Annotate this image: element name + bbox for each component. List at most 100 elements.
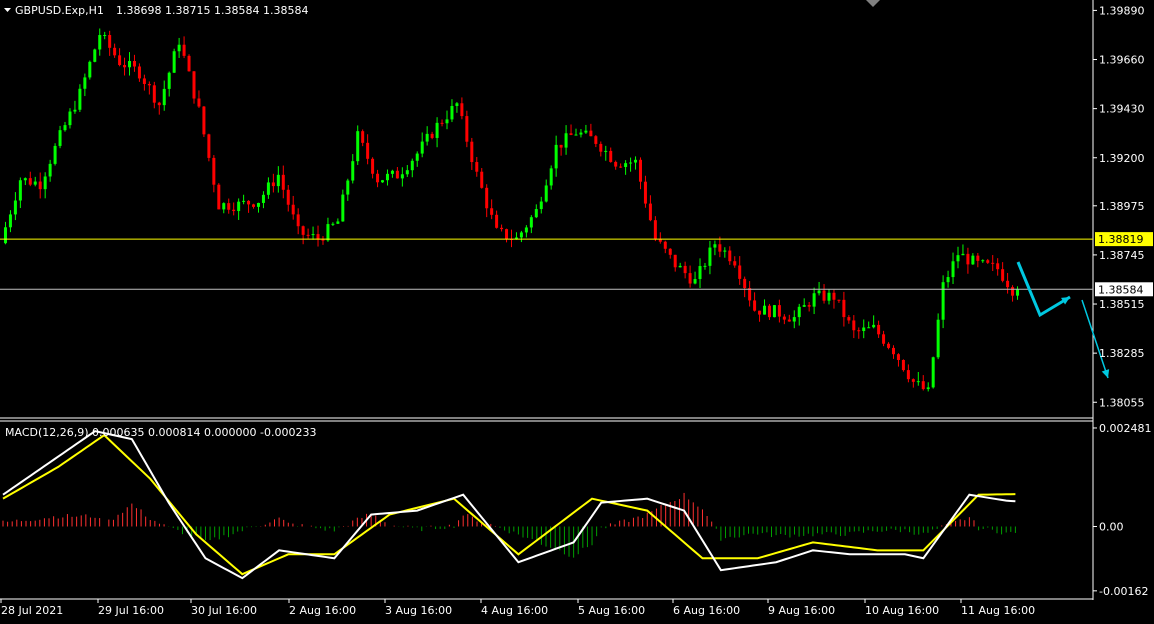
candle-body bbox=[574, 134, 578, 136]
candle-body bbox=[281, 174, 285, 190]
symbol-label[interactable]: GBPUSD.Exp,H1 bbox=[15, 4, 104, 17]
candle-body bbox=[28, 178, 32, 185]
candle-body bbox=[38, 181, 42, 190]
candle-body bbox=[738, 265, 742, 279]
price-axis: 1.39890 1.39660 1.39430 1.39200 1.38975 1.387… bbox=[1093, 4, 1145, 409]
ohlc-label: 1.38698 1.38715 1.38584 1.38584 bbox=[116, 4, 308, 17]
time-tick-label: 10 Aug 16:00 bbox=[865, 604, 939, 617]
candle-body bbox=[1006, 280, 1010, 288]
candle-body bbox=[118, 55, 122, 66]
candle-body bbox=[450, 105, 454, 120]
candle-body bbox=[792, 317, 796, 322]
candle-body bbox=[916, 381, 920, 383]
candle-body bbox=[321, 239, 325, 241]
candle-body bbox=[946, 277, 950, 283]
candle-body bbox=[867, 327, 871, 329]
candle-body bbox=[157, 102, 161, 106]
candle-body bbox=[971, 255, 975, 265]
candle-body bbox=[8, 214, 12, 228]
candle-body bbox=[415, 153, 419, 161]
candle-body bbox=[767, 305, 771, 318]
candle-body bbox=[609, 150, 613, 162]
candle-body bbox=[663, 241, 667, 249]
candle-body bbox=[495, 214, 499, 228]
candle-body bbox=[440, 122, 444, 124]
candle-body bbox=[366, 142, 370, 159]
candle-body bbox=[128, 60, 132, 68]
candle-body bbox=[311, 234, 315, 236]
candle-body bbox=[787, 319, 791, 322]
chart-svg[interactable]: 1.388191.38584 1.398901.396601.394301.39… bbox=[0, 0, 1154, 620]
candle-body bbox=[643, 181, 647, 204]
candle-body bbox=[906, 370, 910, 380]
time-tick-label: 30 Jul 16:00 bbox=[191, 604, 257, 617]
candle-body bbox=[405, 170, 409, 175]
candle-body bbox=[614, 161, 618, 167]
candle-body bbox=[519, 232, 523, 238]
candle-body bbox=[549, 168, 553, 186]
candle-body bbox=[921, 381, 925, 390]
candle-body bbox=[842, 299, 846, 318]
candle-body bbox=[475, 162, 479, 172]
candle-body bbox=[232, 209, 236, 212]
candle-body bbox=[529, 217, 533, 228]
candle-body bbox=[271, 182, 275, 187]
candle-body bbox=[162, 88, 166, 106]
candle-body bbox=[688, 273, 692, 284]
candle-body bbox=[882, 334, 886, 344]
candle-body bbox=[455, 103, 459, 106]
candle-body bbox=[668, 248, 672, 255]
macd-tick-label: -0.00162 bbox=[1099, 585, 1148, 598]
candle-body bbox=[693, 279, 697, 284]
candle-body bbox=[624, 163, 628, 167]
candle-body bbox=[192, 71, 196, 99]
candle-body bbox=[78, 88, 82, 110]
candle-body bbox=[931, 357, 935, 388]
candle-body bbox=[569, 133, 573, 135]
candle-body bbox=[748, 288, 752, 301]
candle-body bbox=[445, 119, 449, 124]
candle-body bbox=[252, 204, 256, 207]
candle-body bbox=[713, 244, 717, 248]
candle-body bbox=[877, 324, 881, 335]
candle-body bbox=[817, 290, 821, 294]
candle-body bbox=[1001, 269, 1005, 281]
candle-body bbox=[743, 278, 747, 289]
candle-body bbox=[941, 282, 945, 320]
candle-body bbox=[966, 253, 970, 265]
candle-body bbox=[763, 305, 767, 315]
candle-body bbox=[837, 299, 841, 301]
candle-body bbox=[544, 185, 548, 202]
time-tick-label: 9 Aug 16:00 bbox=[768, 604, 835, 617]
candle-body bbox=[137, 66, 141, 79]
candle-body bbox=[827, 292, 831, 301]
candle-body bbox=[58, 130, 62, 146]
current-price-label: 1.38584 bbox=[1098, 283, 1144, 296]
candle-body bbox=[753, 300, 757, 311]
price-tick-label: 1.38975 bbox=[1099, 200, 1145, 213]
candle-body bbox=[619, 166, 623, 168]
candle-body bbox=[797, 306, 801, 318]
candle-body bbox=[490, 208, 494, 215]
candle-body bbox=[53, 145, 57, 164]
candle-body bbox=[132, 60, 136, 67]
candle-body bbox=[698, 266, 702, 280]
price-tick-label: 1.38285 bbox=[1099, 347, 1145, 360]
candle-body bbox=[83, 77, 87, 89]
time-tick-label: 5 Aug 16:00 bbox=[578, 604, 645, 617]
candle-body bbox=[68, 111, 72, 126]
price-tick-label: 1.39660 bbox=[1099, 54, 1145, 67]
chart-window[interactable]: 1.38819 1.38584 1.39890 1.39660 1.39430 1.39… bbox=[0, 0, 1154, 620]
candle-body bbox=[604, 150, 608, 152]
candle-body bbox=[266, 182, 270, 195]
candle-body bbox=[936, 319, 940, 358]
candle-body bbox=[847, 317, 851, 321]
candle-body bbox=[862, 327, 866, 331]
candle-body bbox=[901, 359, 905, 371]
candle-body bbox=[564, 133, 568, 148]
candle-body bbox=[182, 44, 186, 56]
candle-body bbox=[807, 305, 811, 307]
candle-body bbox=[18, 180, 22, 201]
candle-body bbox=[93, 49, 97, 62]
candle-body bbox=[227, 203, 231, 210]
